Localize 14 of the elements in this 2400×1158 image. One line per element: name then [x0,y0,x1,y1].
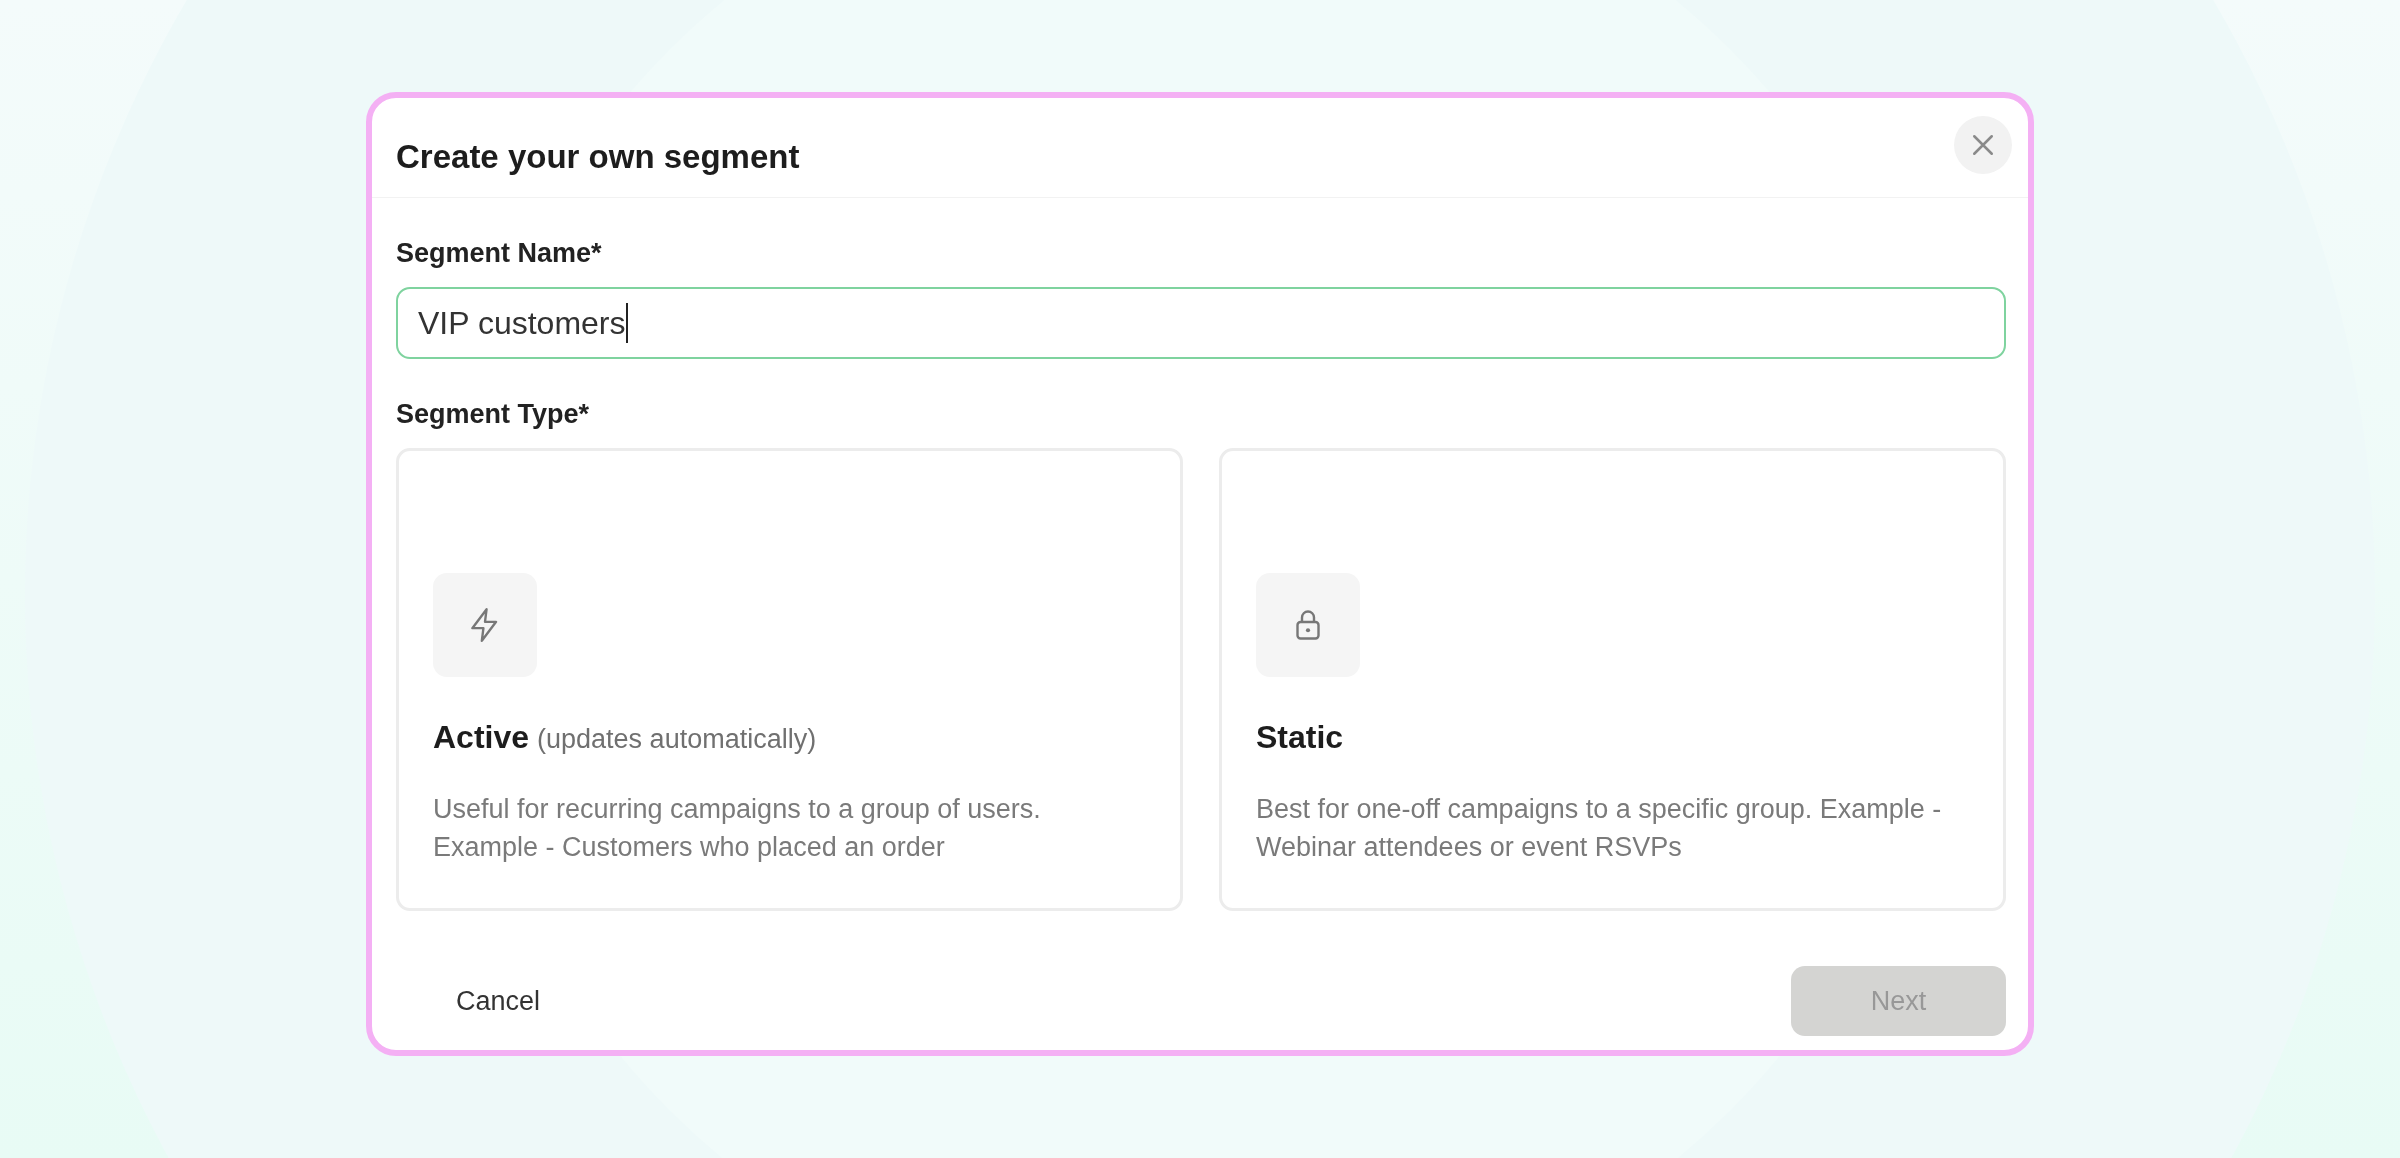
lock-icon [1256,573,1360,677]
dialog-title: Create your own segment [396,138,800,176]
option-note: (updates automatically) [537,724,817,754]
field-label: Segment Name* [396,238,603,269]
option-card[interactable]: Active (updates automatically) Useful for recurring campaigns to a group of users. Example - Customers who placed an order [396,448,1183,911]
option-title: Active [433,719,530,755]
lightning-icon [433,573,537,677]
option-description: Best for one-off campaigns to a specific group. Example - Webinar attendees or event RSVPs [1256,793,1943,864]
input-field[interactable]: VIP customers [396,287,2006,359]
cancel-button[interactable]: Cancel [436,975,561,1027]
field-label: Segment Type* [396,399,591,430]
option-card[interactable]: Static Best for one-off campaigns to a specific group. Example - Webinar attendees or event RSVPs [1219,448,2006,911]
option-description: Useful for recurring campaigns to a group of users. Example - Customers who placed an order [433,793,1042,864]
option-title: Static [1256,719,1344,755]
